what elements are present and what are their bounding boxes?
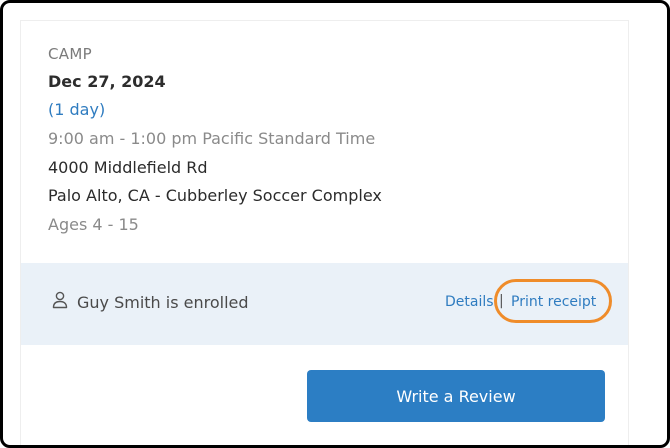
enrollment-bar: Guy Smith is enrolled Details | Print re… [21,263,628,345]
print-receipt-link[interactable]: Print receipt [511,294,596,310]
event-duration: (1 day) [48,100,106,119]
event-category: CAMP [48,45,92,63]
event-ages: Ages 4 - 15 [48,215,139,234]
event-date: Dec 27, 2024 [48,72,166,91]
event-time: 9:00 am - 1:00 pm Pacific Standard Time [48,129,376,148]
person-icon [52,291,68,309]
event-location: Palo Alto, CA - Cubberley Soccer Complex [48,186,382,205]
enrollment-status: Guy Smith is enrolled [77,293,249,312]
write-review-button[interactable]: Write a Review [307,370,605,422]
event-card: CAMP Dec 27, 2024 (1 day) 9:00 am - 1:00… [20,20,629,445]
screenshot-frame: CAMP Dec 27, 2024 (1 day) 9:00 am - 1:00… [0,0,670,448]
details-link[interactable]: Details [445,294,494,310]
event-address: 4000 Middlefield Rd [48,158,208,177]
link-separator: | [499,293,504,309]
